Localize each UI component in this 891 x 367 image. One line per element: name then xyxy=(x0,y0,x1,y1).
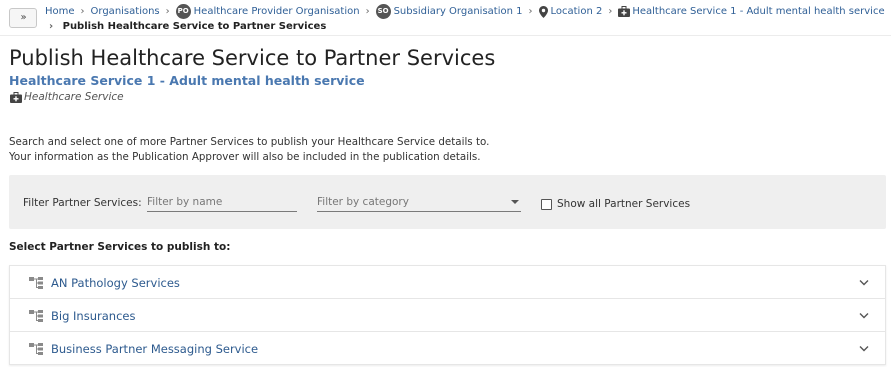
breadcrumb-organisations[interactable]: Organisations xyxy=(91,5,160,19)
breadcrumb-separator-icon: › xyxy=(608,5,613,17)
dropdown-caret-icon xyxy=(511,200,519,204)
intro-line-2: Your information as the Publication Appr… xyxy=(9,151,481,163)
partner-service-item[interactable]: Big Insurances xyxy=(10,299,885,332)
partner-service-item[interactable]: Business Partner Messaging Service xyxy=(10,332,885,365)
breadcrumb-separator-icon: › xyxy=(80,5,85,17)
show-all-label[interactable]: Show all Partner Services xyxy=(557,198,690,210)
partner-service-item[interactable]: AN Pathology Services xyxy=(10,266,885,299)
org-badge-icon: PO xyxy=(175,4,191,19)
intro-text: Search and select one of more Partner Se… xyxy=(9,135,489,165)
breadcrumb-healthcare-service[interactable]: Healthcare Service 1 - Adult mental heal… xyxy=(632,5,884,19)
partner-service-label: Business Partner Messaging Service xyxy=(51,342,259,356)
breadcrumb-separator-icon: › xyxy=(49,21,54,32)
filter-name-input[interactable] xyxy=(147,192,297,212)
breadcrumb-separator-icon: › xyxy=(365,5,370,17)
breadcrumb-home[interactable]: Home xyxy=(45,5,75,19)
service-type-label: Healthcare Service xyxy=(24,91,124,103)
partner-service-label: AN Pathology Services xyxy=(51,276,180,290)
hierarchy-icon xyxy=(29,343,43,355)
intro-line-1: Search and select one of more Partner Se… xyxy=(9,136,490,148)
chevron-down-icon[interactable] xyxy=(859,345,869,352)
filter-label: Filter Partner Services: xyxy=(23,197,142,209)
medical-bag-icon xyxy=(618,6,631,17)
breadcrumb-current: Publish Healthcare Service to Partner Se… xyxy=(62,21,327,32)
map-pin-icon xyxy=(538,5,548,18)
show-all-checkbox[interactable] xyxy=(541,199,552,210)
hierarchy-icon xyxy=(29,277,43,289)
page-title: Publish Healthcare Service to Partner Se… xyxy=(9,46,496,70)
breadcrumb-provider-org[interactable]: Healthcare Provider Organisation xyxy=(194,5,360,19)
expand-sidebar-button[interactable]: » xyxy=(9,8,37,28)
breadcrumb-separator-icon: › xyxy=(528,5,533,17)
service-type: Healthcare Service xyxy=(10,91,124,103)
filter-category-select[interactable]: Filter by category xyxy=(317,192,521,212)
partner-service-label: Big Insurances xyxy=(51,309,136,323)
breadcrumb-subsidiary-org[interactable]: Subsidiary Organisation 1 xyxy=(394,5,523,19)
breadcrumb-location[interactable]: Location 2 xyxy=(551,5,603,19)
breadcrumb: Home › Organisations › PO Healthcare Pro… xyxy=(45,4,885,34)
select-partner-heading: Select Partner Services to publish to: xyxy=(9,241,231,253)
org-badge-icon: SO xyxy=(375,4,391,19)
double-chevron-right-icon: » xyxy=(20,12,26,23)
chevron-down-icon[interactable] xyxy=(859,312,869,319)
filter-panel: Filter Partner Services: Filter by categ… xyxy=(9,175,886,229)
filter-category-placeholder: Filter by category xyxy=(317,196,409,208)
chevron-down-icon[interactable] xyxy=(859,279,869,286)
breadcrumb-bar: » Home › Organisations › PO Healthcare P… xyxy=(0,0,891,36)
partner-service-list: AN Pathology Services Big Insurances Bus… xyxy=(9,265,886,365)
medical-bag-icon xyxy=(10,91,22,103)
service-name: Healthcare Service 1 - Adult mental heal… xyxy=(9,73,365,88)
breadcrumb-separator-icon: › xyxy=(165,5,170,17)
hierarchy-icon xyxy=(29,310,43,322)
